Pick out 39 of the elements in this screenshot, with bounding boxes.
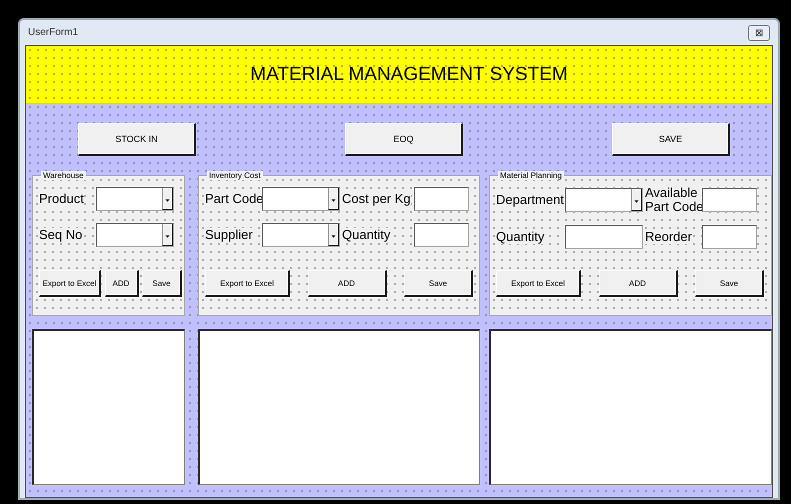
frame-title: Warehouse [41,171,86,180]
text-field[interactable] [414,186,469,211]
command-button[interactable]: Save [695,270,764,297]
close-button[interactable]: ⊠ [748,24,770,40]
command-button[interactable]: Save [404,270,473,297]
text-field[interactable] [565,225,643,249]
frame-title: Inventory Cost [207,171,263,180]
dropdown-field[interactable] [565,188,643,212]
dropdown-field[interactable] [262,223,340,248]
field-label: Available Part Code [645,186,704,214]
header-title: MATERIAL MANAGEMENT SYSTEM [249,64,568,86]
command-button[interactable]: Export to Excel [39,270,101,297]
dropdown-field[interactable] [96,186,174,211]
field-label: Department [496,193,564,207]
command-button[interactable]: Export to Excel [496,270,581,297]
text-field[interactable] [702,225,757,249]
text-field[interactable] [702,188,757,212]
command-button[interactable]: STOCK IN [78,123,196,156]
dropdown-field[interactable] [262,186,340,211]
field-label: Part Code [205,192,264,206]
field-label: Quantity [342,228,390,242]
frame-title: Material Planning [498,171,564,180]
window-title: UserForm1 [28,27,78,38]
command-button[interactable]: Save [142,270,182,297]
field-label: Reorder [645,230,692,244]
list-box[interactable] [32,329,185,485]
field-label: Product [39,192,84,206]
field-label: Supplier [205,228,253,242]
command-button[interactable]: Export to Excel [205,270,290,297]
dropdown-field[interactable] [96,223,174,248]
command-button[interactable]: SAVE [612,123,730,156]
text-field[interactable] [414,223,469,248]
command-button[interactable]: ADD [104,270,138,297]
field-label: Seq No [39,228,82,242]
command-button[interactable]: ADD [598,270,678,297]
command-button[interactable]: EOQ [345,123,463,156]
field-label: Quantity [496,230,544,244]
command-button[interactable]: ADD [308,270,386,297]
field-label: Cost per Kg [342,192,411,206]
